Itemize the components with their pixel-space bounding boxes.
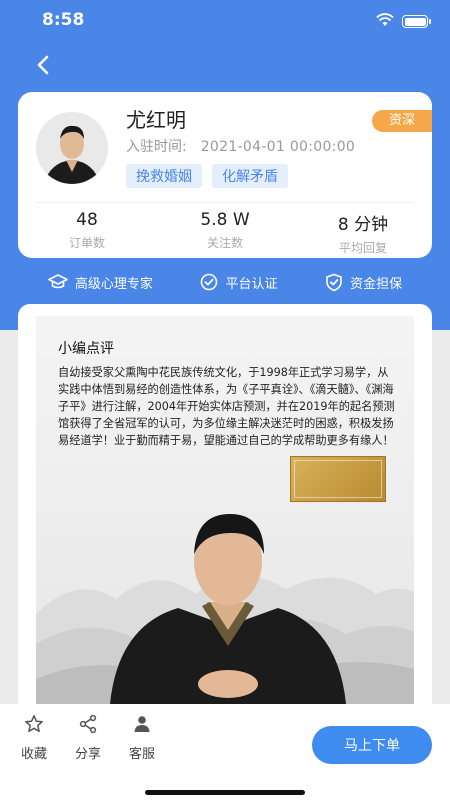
graduation-cap-icon <box>48 274 68 289</box>
action-label: 分享 <box>74 747 101 762</box>
person-icon <box>134 716 150 732</box>
specialty-tags: 挽救婚姻 化解矛盾 <box>126 164 288 188</box>
chevron-left-icon <box>37 55 49 75</box>
stat-value: 48 <box>76 210 98 230</box>
share-button[interactable]: 分享 <box>68 714 108 762</box>
content-panel: 小编点评 自幼接受家父熏陶中花民族传统文化，于1998年正式学习易学，从实践中体… <box>18 304 432 704</box>
customer-service-button[interactable]: 客服 <box>122 714 162 762</box>
status-time: 8:58 <box>42 10 85 30</box>
section-title: 小编点评 <box>58 341 114 357</box>
award-certificate-image <box>290 456 386 502</box>
shield-check-icon <box>326 273 342 291</box>
bottom-action-bar: 收藏 分享 客服 马上下单 <box>0 704 450 800</box>
profile-card: 尤红明 入驻时间: 2021-04-01 00:00:00 挽救婚姻 化解矛盾 资… <box>18 92 432 258</box>
tag-save-marriage[interactable]: 挽救婚姻 <box>126 164 202 188</box>
guarantee-certified: 平台认证 <box>200 273 277 292</box>
battery-icon <box>402 15 431 28</box>
join-time-label: 入驻时间: <box>126 139 187 155</box>
status-icons <box>376 12 431 31</box>
guarantee-label: 资金担保 <box>350 276 403 292</box>
stat-reply-time: 8 分钟 平均回复 <box>294 206 432 256</box>
guarantee-label: 平台认证 <box>225 276 278 292</box>
join-time: 入驻时间: 2021-04-01 00:00:00 <box>126 136 355 156</box>
star-icon <box>25 715 43 733</box>
action-label: 收藏 <box>20 747 47 762</box>
stat-value: 8 分钟 <box>337 215 389 235</box>
divider <box>36 202 414 203</box>
check-circle-icon <box>201 273 218 291</box>
stat-value: 5.8 W <box>200 210 250 230</box>
intro-poster: 小编点评 自幼接受家父熏陶中花民族传统文化，于1998年正式学习易学，从实践中体… <box>36 316 414 704</box>
stat-label: 平均回复 <box>338 241 387 255</box>
order-now-button[interactable]: 马上下单 <box>312 726 432 764</box>
back-button[interactable] <box>28 50 58 80</box>
consultant-name: 尤红明 <box>126 108 186 132</box>
senior-badge: 资深 <box>372 110 432 132</box>
stat-label: 订单数 <box>68 236 105 250</box>
guarantee-expert: 高级心理专家 <box>48 273 153 292</box>
stat-followers: 5.8 W 关注数 <box>156 206 294 256</box>
join-time-value: 2021-04-01 00:00:00 <box>200 139 356 155</box>
intro-text: 自幼接受家父熏陶中花民族传统文化，于1998年正式学习易学，从实践中体悟到易经的… <box>58 366 395 447</box>
wifi-icon <box>376 12 394 31</box>
status-bar: 8:58 <box>0 0 450 40</box>
guarantee-funds: 资金担保 <box>325 273 402 292</box>
stat-label: 关注数 <box>206 236 243 250</box>
tag-resolve-conflict[interactable]: 化解矛盾 <box>212 164 288 188</box>
home-indicator <box>145 790 305 795</box>
guarantee-row: 高级心理专家 平台认证 资金担保 <box>0 268 450 296</box>
stats-row: 48 订单数 5.8 W 关注数 8 分钟 平均回复 <box>18 206 432 256</box>
favorite-button[interactable]: 收藏 <box>14 714 54 762</box>
share-icon <box>79 714 97 734</box>
action-label: 客服 <box>128 747 155 762</box>
consultant-portrait <box>110 514 346 704</box>
guarantee-label: 高级心理专家 <box>74 276 153 292</box>
stat-orders: 48 订单数 <box>18 206 156 256</box>
avatar[interactable] <box>36 112 108 184</box>
